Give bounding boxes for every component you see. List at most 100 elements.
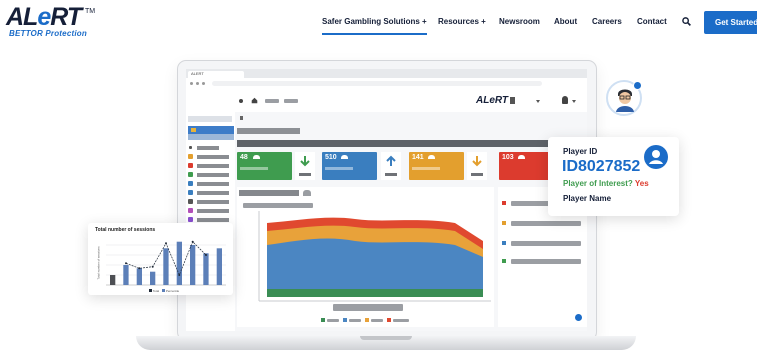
sessions-bar [136,268,142,285]
sidebar-label-bar [197,164,229,168]
sidebar-label-bar [197,191,229,195]
notification-dot [633,81,642,90]
reload-icon[interactable] [202,82,205,85]
browser-tab-title: ALERT [191,71,204,76]
dashboard-screen: ALERT ALeRT 48 510 141 103 [186,69,587,331]
player-id-label: Player ID [563,147,598,156]
laptop-notch [360,336,412,340]
browser-tabbar: ALERT [186,69,587,78]
breadcrumb-bar-2 [284,99,298,103]
legend-label-bar [371,319,383,322]
building-icon[interactable] [510,97,515,104]
legend-label-bar [393,319,409,322]
nav-newsroom[interactable]: Newsroom [499,17,540,26]
kpi-label-bar [412,167,440,170]
user-circle-icon [644,145,668,169]
player-card[interactable]: Player ID ID8027852 Player of Interest? … [548,137,679,216]
report-icon [188,199,193,204]
area-series-blue [267,238,483,297]
legend-total-label: Total [152,289,160,293]
chart-title-bar [239,190,299,196]
legend-swatch-red [387,318,391,322]
agent-avatar[interactable] [606,80,642,116]
app-main: 48 510 141 103 [235,112,587,331]
nav-resources[interactable]: Resources + [438,17,486,26]
legend-swatch-orange [365,318,369,322]
trend-tile-2 [381,152,401,180]
kpi-card-orange[interactable]: 141 [409,152,464,180]
list-row-bar[interactable] [511,241,581,246]
sidebar-item-1[interactable] [188,145,232,151]
bullet-icon [189,146,192,149]
sessions-bar [176,241,182,285]
sidebar-subitem[interactable] [188,134,234,140]
arrow-down-icon [300,156,310,167]
sessions-bar [123,265,129,285]
browser-tab[interactable]: ALERT [188,71,244,78]
legend-label-bar [349,319,361,322]
legend-swatch-blue [343,318,347,322]
legend-label-bar [327,319,339,322]
alert-icon [188,190,193,195]
kpi-value: 48 [240,154,248,161]
sessions-bar [216,248,222,285]
list-row-bar[interactable] [511,221,581,226]
logo-tagline: BETTOR Protection [9,29,87,38]
user-menu-icon[interactable] [562,96,568,104]
section-header-bar [237,140,587,147]
sidebar-item-4[interactable] [188,172,232,178]
sidebar-item-8[interactable] [188,208,232,214]
alert-icon [502,201,506,205]
sidebar-item-6[interactable] [188,190,232,196]
nav-contact[interactable]: Contact [637,17,667,26]
nav-about[interactable]: About [554,17,577,26]
kpi-value: 103 [502,154,514,161]
area-series-green [267,289,483,297]
kpi-value: 510 [325,154,337,161]
list-row-bar[interactable] [511,259,581,264]
sidebar-item-7[interactable] [188,199,232,205]
help-icon[interactable] [575,314,582,321]
player-interest-label: Player of Interest? [563,179,633,188]
back-icon[interactable] [190,82,193,85]
search-icon[interactable] [682,17,691,26]
gear-icon [188,208,193,213]
sidebar-search[interactable] [188,116,232,122]
home-icon[interactable] [251,97,258,104]
get-started-button[interactable]: Get Started [704,11,757,34]
sessions-bar [203,253,209,285]
menu-dot-icon[interactable] [239,99,243,103]
chevron-down-icon[interactable] [536,100,540,103]
chart-subtitle-bar [243,203,313,208]
sessions-bar [150,271,156,285]
users-icon [341,155,348,159]
kpi-value: 141 [412,154,424,161]
forward-icon[interactable] [196,82,199,85]
sessions-bar [110,275,116,285]
sidebar-item-active[interactable] [188,126,234,134]
kpi-label-bar [325,167,353,170]
nav-safer-gambling-solutions[interactable]: Safer Gambling Solutions + [322,17,427,35]
kpi-card-blue[interactable]: 510 [322,152,377,180]
users-icon [428,155,435,159]
sidebar-item-3[interactable] [188,163,232,169]
alert-logo[interactable]: ALeRT [6,3,82,32]
legend-percentile-label: Percentile [165,289,180,293]
sessions-y-label: Total number of sessions [96,246,101,280]
url-field[interactable] [212,81,542,86]
sessions-chart-card: Total number of sessions Total number of… [88,223,233,295]
user-menu-chevron-icon[interactable] [572,100,576,103]
kpi-card-green[interactable]: 48 [237,152,292,180]
kpi-label-bar [240,167,268,170]
users-icon [518,155,525,159]
trend-tile-1 [295,152,315,180]
users-icon [253,155,260,159]
trend-label-bar [299,173,311,176]
folder-icon [191,128,196,132]
sessions-bar-chart [106,240,226,286]
sidebar-item-2[interactable] [188,154,232,160]
sidebar-item-5[interactable] [188,181,232,187]
doc-icon [188,172,193,177]
x-axis-label-bar [333,304,403,311]
nav-careers[interactable]: Careers [592,17,622,26]
